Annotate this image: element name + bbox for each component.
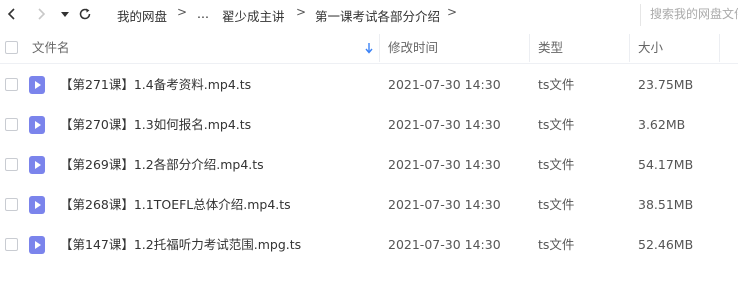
history-dropdown-button[interactable]: [55, 4, 75, 24]
refresh-icon: [79, 8, 91, 20]
file-size: 52.46MB: [638, 237, 694, 252]
file-name[interactable]: 【第268课】1.1TOEFL总体介绍.mp4.ts: [60, 185, 291, 225]
select-all-checkbox[interactable]: [5, 41, 18, 54]
video-file-icon: [29, 196, 45, 214]
column-header-type[interactable]: 类型: [538, 32, 563, 64]
file-row[interactable]: 【第147课】1.2托福听力考试范围.mpg.ts 2021-07-30 14:…: [0, 225, 738, 265]
file-name[interactable]: 【第147课】1.2托福听力考试范围.mpg.ts: [60, 225, 301, 265]
column-divider[interactable]: [529, 34, 530, 62]
file-list-header: 文件名 修改时间 类型 大小: [0, 32, 738, 64]
file-modified-time: 2021-07-30 14:30: [388, 197, 501, 212]
file-type: ts文件: [538, 117, 575, 132]
video-file-icon: [29, 116, 45, 134]
column-divider[interactable]: [719, 34, 720, 62]
column-header-modified[interactable]: 修改时间: [388, 32, 438, 64]
row-checkbox[interactable]: [5, 158, 18, 171]
breadcrumb-current-folder[interactable]: 第一课考试各部分介绍: [315, 6, 440, 25]
file-row[interactable]: 【第268课】1.1TOEFL总体介绍.mp4.ts 2021-07-30 14…: [0, 185, 738, 225]
breadcrumb-separator: >: [296, 5, 307, 19]
file-name[interactable]: 【第270课】1.3如何报名.mp4.ts: [60, 105, 251, 145]
file-row[interactable]: 【第271课】1.4备考资料.mp4.ts 2021-07-30 14:30 t…: [0, 65, 738, 105]
file-type: ts文件: [538, 237, 575, 252]
breadcrumb-separator: >: [177, 5, 188, 19]
file-modified-time: 2021-07-30 14:30: [388, 117, 501, 132]
row-checkbox[interactable]: [5, 198, 18, 211]
column-header-name[interactable]: 文件名: [32, 32, 70, 64]
file-name[interactable]: 【第269课】1.2各部分介绍.mp4.ts: [60, 145, 264, 185]
video-file-icon: [29, 76, 45, 94]
column-divider[interactable]: [379, 34, 380, 62]
row-checkbox[interactable]: [5, 78, 18, 91]
file-modified-time: 2021-07-30 14:30: [388, 157, 501, 172]
column-header-size[interactable]: 大小: [638, 32, 663, 64]
file-size: 23.75MB: [638, 77, 694, 92]
breadcrumb-instructor-folder[interactable]: 翟少成主讲: [222, 6, 285, 25]
file-row[interactable]: 【第269课】1.2各部分介绍.mp4.ts 2021-07-30 14:30 …: [0, 145, 738, 185]
file-type: ts文件: [538, 157, 575, 172]
file-type: ts文件: [538, 77, 575, 92]
refresh-button[interactable]: [75, 4, 95, 24]
caret-down-icon: [61, 12, 69, 17]
breadcrumb-ellipsis[interactable]: ...: [197, 6, 209, 21]
file-modified-time: 2021-07-30 14:30: [388, 237, 501, 252]
file-name[interactable]: 【第271课】1.4备考资料.mp4.ts: [60, 65, 251, 105]
row-checkbox[interactable]: [5, 238, 18, 251]
column-divider[interactable]: [629, 34, 630, 62]
search-input[interactable]: 搜索我的网盘文件: [640, 4, 738, 26]
video-file-icon: [29, 236, 45, 254]
row-checkbox[interactable]: [5, 118, 18, 131]
file-size: 3.62MB: [638, 117, 686, 132]
breadcrumb-separator: >: [447, 5, 458, 19]
navigation-bar: 我的网盘 > ... 翟少成主讲 > 第一课考试各部分介绍 > 搜索我的网盘文件: [0, 0, 738, 30]
back-button[interactable]: [2, 4, 22, 24]
file-type: ts文件: [538, 197, 575, 212]
sort-descending-icon[interactable]: [365, 42, 373, 54]
file-modified-time: 2021-07-30 14:30: [388, 77, 501, 92]
chevron-right-icon: [38, 8, 46, 20]
breadcrumb-my-drive[interactable]: 我的网盘: [117, 6, 167, 25]
forward-button[interactable]: [31, 4, 51, 24]
chevron-left-icon: [7, 8, 15, 20]
file-size: 54.17MB: [638, 157, 694, 172]
file-row[interactable]: 【第270课】1.3如何报名.mp4.ts 2021-07-30 14:30 t…: [0, 105, 738, 145]
video-file-icon: [29, 156, 45, 174]
file-size: 38.51MB: [638, 197, 694, 212]
